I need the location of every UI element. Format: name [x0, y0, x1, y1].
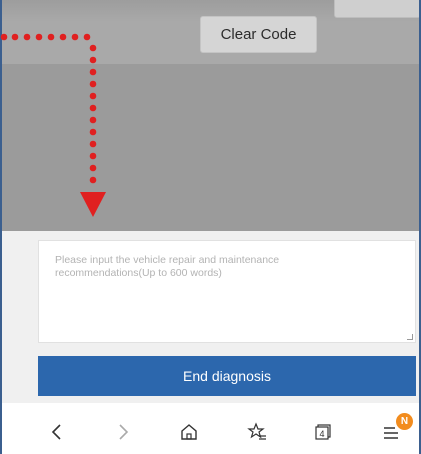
- bottom-nav-bar: 4: [2, 410, 419, 454]
- home-icon[interactable]: [172, 416, 206, 448]
- back-chevron-icon[interactable]: [40, 416, 74, 448]
- favorite-star-icon[interactable]: [240, 416, 274, 448]
- tabs-icon[interactable]: 4: [306, 416, 340, 448]
- forward-chevron-icon[interactable]: [106, 416, 140, 448]
- tabs-count: 4: [319, 429, 324, 439]
- resize-grip-icon[interactable]: [407, 334, 413, 340]
- partial-header-button[interactable]: [334, 0, 421, 18]
- notification-badge: N: [396, 413, 413, 430]
- recommendation-placeholder: Please input the vehicle repair and main…: [55, 254, 280, 279]
- overlay-backdrop: [2, 64, 419, 231]
- end-diagnosis-button[interactable]: End diagnosis: [38, 356, 416, 396]
- left-border: [0, 0, 2, 454]
- recommendation-textarea[interactable]: Please input the vehicle repair and main…: [38, 240, 416, 343]
- screen: Clear Code Please input the vehicle repa…: [0, 0, 421, 454]
- clear-code-button[interactable]: Clear Code: [200, 16, 317, 53]
